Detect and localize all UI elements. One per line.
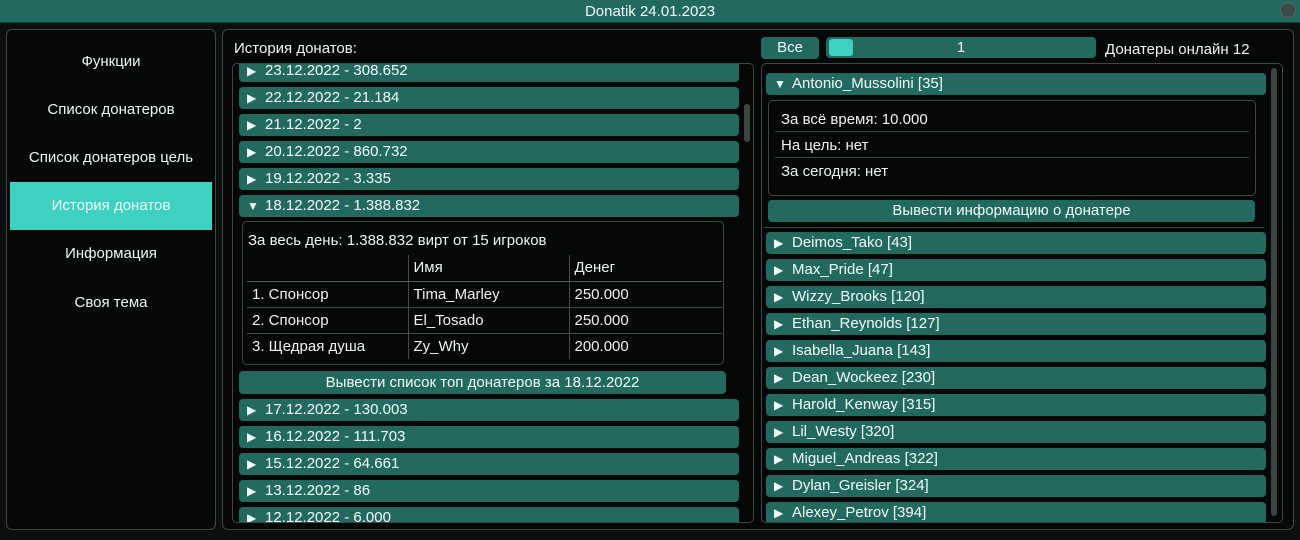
page-slider-value: 1: [956, 39, 966, 56]
table-row: 1. Спонсор Tima_Marley 250.000: [247, 281, 722, 308]
triangle-right-icon: ▶: [774, 479, 784, 493]
sidebar-item-donor-goal-list[interactable]: Список донатеров цель: [10, 134, 212, 182]
donor-total: За всё время: 10.000: [781, 111, 928, 128]
triangle-right-icon: ▶: [774, 452, 784, 466]
history-day-row[interactable]: ▶ 12.12.2022 - 6.000: [239, 507, 739, 523]
donors-online-label: Донатеры онлайн 12: [1105, 41, 1250, 58]
history-scrollbar[interactable]: [744, 104, 750, 142]
donor-goal: На цель: нет: [781, 137, 869, 154]
divider: [775, 131, 1249, 132]
title-bar: Donatik 24.01.2023: [0, 0, 1300, 23]
table-row: 2. Спонсор El_Tosado 250.000: [247, 307, 722, 334]
triangle-right-icon: ▶: [774, 425, 784, 439]
triangle-right-icon: ▶: [774, 371, 784, 385]
donor-row[interactable]: ▶ Alexey_Petrov [394]: [766, 502, 1266, 522]
page-slider[interactable]: 1: [826, 37, 1096, 58]
triangle-right-icon: ▶: [774, 506, 784, 520]
donor-details: За всё время: 10.000 На цель: нет За сег…: [768, 100, 1256, 196]
history-day-row[interactable]: ▶ 23.12.2022 - 308.652: [239, 64, 739, 82]
donor-row[interactable]: ▶ Miguel_Andreas [322]: [766, 448, 1266, 470]
donor-row[interactable]: ▶ Wizzy_Brooks [120]: [766, 286, 1266, 308]
triangle-right-icon: ▶: [247, 484, 257, 498]
sidebar: Функции Список донатеров Список донатеро…: [6, 29, 216, 530]
triangle-right-icon: ▶: [247, 145, 257, 159]
divider: [764, 227, 1264, 228]
table-header: Имя: [407, 255, 569, 282]
donors-scrollbar[interactable]: [1271, 68, 1277, 516]
table-header: [247, 255, 408, 282]
window-control-icon[interactable]: [1280, 2, 1296, 18]
triangle-down-icon: ▼: [774, 77, 786, 91]
table-cell: 2. Спонсор: [247, 307, 408, 334]
history-day-row-expanded[interactable]: ▼ 18.12.2022 - 1.388.832: [239, 195, 739, 217]
donor-row[interactable]: ▶ Ethan_Reynolds [127]: [766, 313, 1266, 335]
table-cell: 3. Щедрая душа: [252, 337, 366, 355]
donor-row[interactable]: ▶ Dean_Wockeez [230]: [766, 367, 1266, 389]
donors-list: ▼ Antonio_Mussolini [35] За всё время: 10…: [761, 63, 1283, 523]
history-day-row[interactable]: ▶ 15.12.2022 - 64.661: [239, 453, 739, 475]
triangle-right-icon: ▶: [247, 511, 257, 523]
triangle-right-icon: ▶: [247, 91, 257, 105]
day-summary: За весь день: 1.388.832 вирт от 15 игрок…: [248, 232, 547, 249]
show-top-donors-button[interactable]: Вывести список топ донатеров за 18.12.20…: [239, 371, 726, 394]
donor-row[interactable]: ▶ Max_Pride [47]: [766, 259, 1266, 281]
table-cell: 1. Спонсор: [247, 281, 408, 308]
history-list: ▶ 23.12.2022 - 308.652 ▶ 22.12.2022 - 21.1…: [232, 63, 754, 523]
triangle-right-icon: ▶: [247, 118, 257, 132]
donor-row[interactable]: ▶ Isabella_Juana [143]: [766, 340, 1266, 362]
donor-row[interactable]: ▶ Harold_Kenway [315]: [766, 394, 1266, 416]
triangle-right-icon: ▶: [774, 236, 784, 250]
donor-row-expanded[interactable]: ▼ Antonio_Mussolini [35]: [766, 73, 1266, 95]
all-donors-button[interactable]: Все: [761, 37, 819, 59]
donor-row[interactable]: ▶ Dylan_Greisler [324]: [766, 475, 1266, 497]
main-panel: История донатов: ▶ 23.12.2022 - 308.652 ▶…: [222, 29, 1294, 530]
table-row: 3. Щедрая душа Zy_Why 200.000: [247, 333, 722, 359]
table-cell: Zy_Why: [407, 333, 569, 359]
triangle-right-icon: ▶: [247, 430, 257, 444]
history-day-row[interactable]: ▶ 21.12.2022 - 2: [239, 114, 739, 136]
history-day-row[interactable]: ▶ 22.12.2022 - 21.184: [239, 87, 739, 109]
triangle-right-icon: ▶: [247, 172, 257, 186]
history-day-row[interactable]: ▶ 19.12.2022 - 3.335: [239, 168, 739, 190]
donor-row[interactable]: ▶ Lil_Westy [320]: [766, 421, 1266, 443]
history-day-row[interactable]: ▶ 16.12.2022 - 111.703: [239, 426, 739, 448]
table-cell: 250.000: [568, 281, 722, 308]
table-cell: El_Tosado: [407, 307, 569, 334]
table-cell: Tima_Marley: [407, 281, 569, 308]
table-cell: 250.000: [568, 307, 722, 334]
table-header: Денег: [568, 255, 722, 282]
sidebar-item-donation-history[interactable]: История донатов: [10, 182, 212, 230]
triangle-right-icon: ▶: [247, 403, 257, 417]
window-title: Donatik 24.01.2023: [584, 3, 716, 20]
triangle-right-icon: ▶: [247, 457, 257, 471]
triangle-down-icon: ▼: [247, 199, 259, 213]
sidebar-item-information[interactable]: Информация: [10, 230, 212, 278]
history-title: История донатов:: [234, 40, 357, 57]
triangle-right-icon: ▶: [774, 398, 784, 412]
donor-row[interactable]: ▶ Deimos_Tako [43]: [766, 232, 1266, 254]
sidebar-item-donor-list[interactable]: Список донатеров: [10, 86, 212, 134]
triangle-right-icon: ▶: [774, 317, 784, 331]
top-donors-table: Имя Денег 1. Спонсор Tima_Marley 250.000…: [247, 255, 722, 359]
history-day-row[interactable]: ▶ 20.12.2022 - 860.732: [239, 141, 739, 163]
triangle-right-icon: ▶: [774, 263, 784, 277]
table-cell: 200.000: [568, 333, 722, 359]
sidebar-item-functions[interactable]: Функции: [10, 38, 212, 86]
triangle-right-icon: ▶: [247, 64, 257, 78]
history-day-row[interactable]: ▶ 13.12.2022 - 86: [239, 480, 739, 502]
history-day-row[interactable]: ▶ 17.12.2022 - 130.003: [239, 399, 739, 421]
triangle-right-icon: ▶: [774, 344, 784, 358]
donor-today: За сегодня: нет: [781, 163, 889, 180]
sidebar-item-custom-theme[interactable]: Своя тема: [10, 279, 212, 327]
show-donor-info-button[interactable]: Вывести информацию о донатере: [768, 200, 1255, 222]
triangle-right-icon: ▶: [774, 290, 784, 304]
day-details: За весь день: 1.388.832 вирт от 15 игрок…: [242, 221, 724, 365]
divider: [775, 157, 1249, 158]
